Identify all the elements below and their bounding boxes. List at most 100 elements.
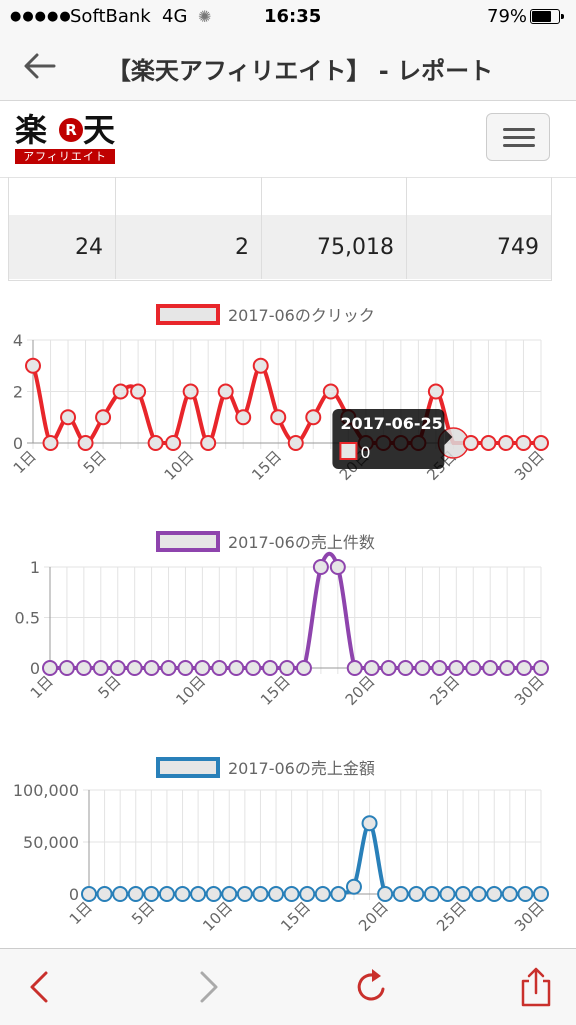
data-point xyxy=(533,660,549,676)
battery-icon xyxy=(530,9,564,24)
data-point xyxy=(283,886,300,902)
clock: 16:35 xyxy=(264,6,322,27)
series-line xyxy=(49,551,541,671)
summary-cell-clicks: 24 xyxy=(9,215,116,279)
data-point xyxy=(517,886,534,902)
rakuten-affiliate-logo[interactable]: 楽 R 天 アフィリエイト xyxy=(15,113,115,165)
data-point xyxy=(126,660,143,676)
data-point xyxy=(205,886,222,902)
summary-table: 24 2 75,018 749 xyxy=(8,177,552,281)
y-tick-label: 100,000 xyxy=(13,781,79,800)
reload-icon[interactable] xyxy=(350,965,394,1009)
x-tick-label: 25日 xyxy=(433,898,470,935)
data-point xyxy=(109,660,126,676)
legend-label: 2017-06の売上件数 xyxy=(228,533,375,552)
data-point xyxy=(299,886,316,902)
data-point xyxy=(42,660,58,676)
y-tick-label: 0 xyxy=(30,659,40,678)
data-point xyxy=(470,886,487,902)
x-tick-label: 5日 xyxy=(80,447,110,477)
legend-swatch xyxy=(156,757,220,778)
data-point xyxy=(499,660,516,676)
data-point xyxy=(346,660,363,676)
data-point xyxy=(228,660,245,676)
data-point xyxy=(127,886,144,902)
data-point xyxy=(194,660,211,676)
x-tick-label: 15日 xyxy=(257,672,294,709)
network-type: 4G xyxy=(162,6,188,27)
data-point xyxy=(25,357,41,374)
tooltip-swatch xyxy=(339,442,358,460)
summary-values-row: 24 2 75,018 749 xyxy=(9,215,551,279)
data-point xyxy=(465,660,482,676)
data-point xyxy=(112,886,129,902)
x-tick-label: 15日 xyxy=(248,447,285,484)
browser-forward-icon[interactable] xyxy=(186,965,230,1009)
data-point xyxy=(533,435,549,451)
data-point xyxy=(268,886,285,902)
data-point xyxy=(414,660,431,676)
data-point xyxy=(305,409,322,426)
signal-icon: ●●●●● xyxy=(10,9,72,24)
data-point xyxy=(377,886,394,902)
data-point xyxy=(174,886,191,902)
total-sales-count: 2 xyxy=(235,235,249,260)
legend-label: 2017-06の売上金額 xyxy=(228,759,375,778)
data-point xyxy=(515,435,532,451)
x-tick-label: 10日 xyxy=(172,672,209,709)
logo-subtitle: アフィリエイト xyxy=(15,149,115,164)
x-tick-label: 20日 xyxy=(355,898,392,935)
tooltip-value: 0 xyxy=(360,443,370,462)
data-point xyxy=(112,383,129,400)
share-icon[interactable] xyxy=(514,965,558,1009)
data-point xyxy=(516,660,533,676)
data-point xyxy=(448,660,465,676)
legend-label: 2017-06のクリック xyxy=(228,306,375,325)
summary-cell-reward: 749 xyxy=(407,215,551,279)
browser-back-icon[interactable] xyxy=(18,965,62,1009)
data-point xyxy=(236,886,253,902)
data-point xyxy=(330,886,347,902)
y-tick-label: 50,000 xyxy=(23,833,79,852)
data-point xyxy=(279,660,296,676)
y-tick-label: 0 xyxy=(69,885,79,904)
data-point xyxy=(439,886,456,902)
data-point xyxy=(235,409,252,426)
data-point xyxy=(177,660,194,676)
data-point xyxy=(200,435,217,451)
data-point xyxy=(158,886,175,902)
data-point xyxy=(77,435,94,451)
data-point xyxy=(95,409,112,426)
data-point xyxy=(345,878,362,895)
data-point xyxy=(533,886,549,902)
summary-header-row xyxy=(9,177,551,216)
data-point xyxy=(165,435,182,451)
y-tick-label: 2 xyxy=(13,383,23,402)
x-tick-label: 25日 xyxy=(426,672,463,709)
data-point xyxy=(322,383,339,400)
hamburger-menu-button[interactable] xyxy=(486,113,550,161)
data-point xyxy=(190,886,207,902)
data-point xyxy=(96,886,113,902)
y-tick-label: 0 xyxy=(13,434,23,453)
data-point xyxy=(397,660,414,676)
total-reward: 749 xyxy=(497,235,539,260)
data-point xyxy=(42,435,59,451)
data-point xyxy=(287,435,304,451)
data-point xyxy=(270,409,287,426)
data-point xyxy=(329,559,346,575)
data-point xyxy=(431,660,448,676)
browser-toolbar xyxy=(0,948,576,1025)
data-point xyxy=(160,660,177,676)
x-tick-label: 5日 xyxy=(128,898,158,928)
data-point xyxy=(501,886,518,902)
data-point xyxy=(92,660,109,676)
y-tick-label: 0.5 xyxy=(15,609,40,628)
charts-area: 2017-06のクリック0241日5日10日15日20日25日30日2017-0… xyxy=(0,290,576,948)
data-point xyxy=(312,559,329,575)
battery-percent: 79% xyxy=(487,6,528,27)
tooltip-title: 2017-06-25 xyxy=(340,414,442,433)
series-line xyxy=(89,821,541,896)
total-clicks: 24 xyxy=(75,235,103,260)
navigation-bar: 【楽天アフィリエイト】 - レポート xyxy=(0,34,576,101)
